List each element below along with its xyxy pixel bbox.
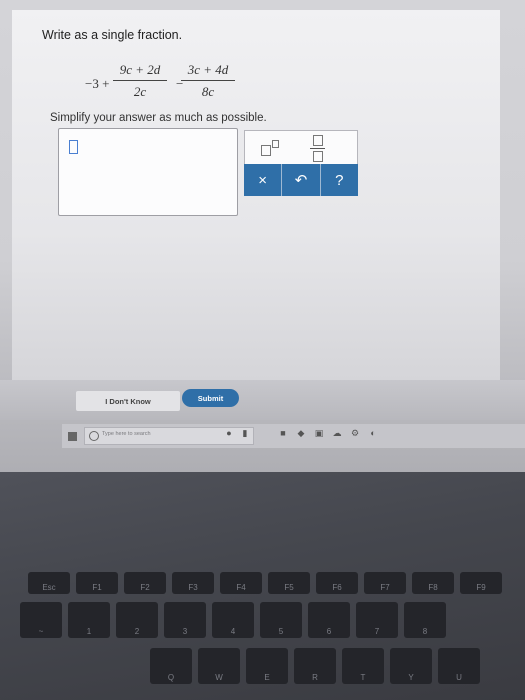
math-keypad: × ↶ ?	[244, 130, 358, 196]
cortana-icon	[89, 431, 99, 441]
key-4[interactable]: 4	[212, 602, 254, 638]
fraction-1-denominator: 2c	[133, 84, 147, 99]
key-2[interactable]: 2	[116, 602, 158, 638]
key-6[interactable]: 6	[308, 602, 350, 638]
key-7[interactable]: 7	[356, 602, 398, 638]
keypad-actions: × ↶ ?	[244, 164, 358, 196]
key-u[interactable]: U	[438, 648, 480, 684]
windows-start-icon[interactable]	[68, 432, 77, 441]
expression-lead: −3 +	[85, 76, 110, 91]
key-y[interactable]: Y	[390, 648, 432, 684]
key-f1[interactable]: F1	[76, 572, 118, 594]
key-f8[interactable]: F8	[412, 572, 454, 594]
key-t[interactable]: T	[342, 648, 384, 684]
laptop-screen: Write as a single fraction. −3 + 9c + 2d…	[0, 0, 525, 472]
keyboard-letter-row: Q W E R T Y U	[150, 648, 480, 684]
key-f2[interactable]: F2	[124, 572, 166, 594]
key-f7[interactable]: F7	[364, 572, 406, 594]
answer-input[interactable]	[58, 128, 238, 216]
key-esc[interactable]: Esc	[28, 572, 70, 594]
mic-icon[interactable]: ●	[224, 428, 234, 438]
key-r[interactable]: R	[294, 648, 336, 684]
mail-icon[interactable]: ▣	[314, 428, 324, 438]
fraction-den-icon	[313, 151, 323, 162]
cloud-icon[interactable]: ☁	[332, 428, 342, 438]
fraction-1-numerator: 9c + 2d	[119, 62, 161, 77]
fraction-num-icon	[313, 135, 323, 146]
store-icon[interactable]: ◆	[296, 428, 306, 438]
file-explorer-icon[interactable]: ■	[278, 428, 288, 438]
exponent-power-icon	[272, 140, 279, 148]
taskbar-search-placeholder: Type here to search	[102, 431, 151, 437]
key-3[interactable]: 3	[164, 602, 206, 638]
question-prompt: Write as a single fraction.	[42, 28, 183, 42]
exponent-template-button[interactable]	[259, 137, 285, 159]
fraction-1: 9c + 2d 2c	[113, 62, 167, 100]
fraction-bar-icon	[310, 148, 325, 149]
input-placeholder-box	[69, 140, 78, 154]
fraction-2: 3c + 4d 8c	[181, 62, 235, 100]
fraction-template-button[interactable]	[305, 134, 331, 162]
dont-know-button[interactable]: I Don't Know	[76, 391, 180, 411]
key-1[interactable]: 1	[68, 602, 110, 638]
task-view-icon[interactable]: ▮	[240, 428, 250, 438]
keypad-templates	[244, 130, 358, 165]
fraction-2-numerator: 3c + 4d	[187, 62, 229, 77]
simplify-instruction: Simplify your answer as much as possible…	[50, 112, 267, 124]
key-5[interactable]: 5	[260, 602, 302, 638]
windows-taskbar: Type here to search ● ▮ ■ ◆ ▣ ☁ ⚙ ◐	[62, 424, 525, 448]
help-button[interactable]: ?	[320, 164, 358, 196]
keyboard-deck: Esc F1 F2 F3 F4 F5 F6 F7 F8 F9 ~ 1 2 3 4…	[0, 472, 525, 700]
fraction-2-denominator: 8c	[201, 84, 215, 99]
key-q[interactable]: Q	[150, 648, 192, 684]
exponent-base-icon	[261, 145, 271, 156]
edge-icon[interactable]: ◐	[368, 428, 378, 438]
key-f5[interactable]: F5	[268, 572, 310, 594]
clear-button[interactable]: ×	[244, 164, 283, 196]
key-w[interactable]: W	[198, 648, 240, 684]
settings-icon[interactable]: ⚙	[350, 428, 360, 438]
key-8[interactable]: 8	[404, 602, 446, 638]
key-f9[interactable]: F9	[460, 572, 502, 594]
key-tilde[interactable]: ~	[20, 602, 62, 638]
key-f3[interactable]: F3	[172, 572, 214, 594]
keyboard-number-row: ~ 1 2 3 4 5 6 7 8	[20, 602, 446, 638]
key-f6[interactable]: F6	[316, 572, 358, 594]
undo-button[interactable]: ↶	[282, 164, 321, 196]
key-f4[interactable]: F4	[220, 572, 262, 594]
keyboard-fn-row: Esc F1 F2 F3 F4 F5 F6 F7 F8 F9	[28, 572, 502, 594]
submit-button[interactable]: Submit	[182, 389, 239, 407]
key-e[interactable]: E	[246, 648, 288, 684]
